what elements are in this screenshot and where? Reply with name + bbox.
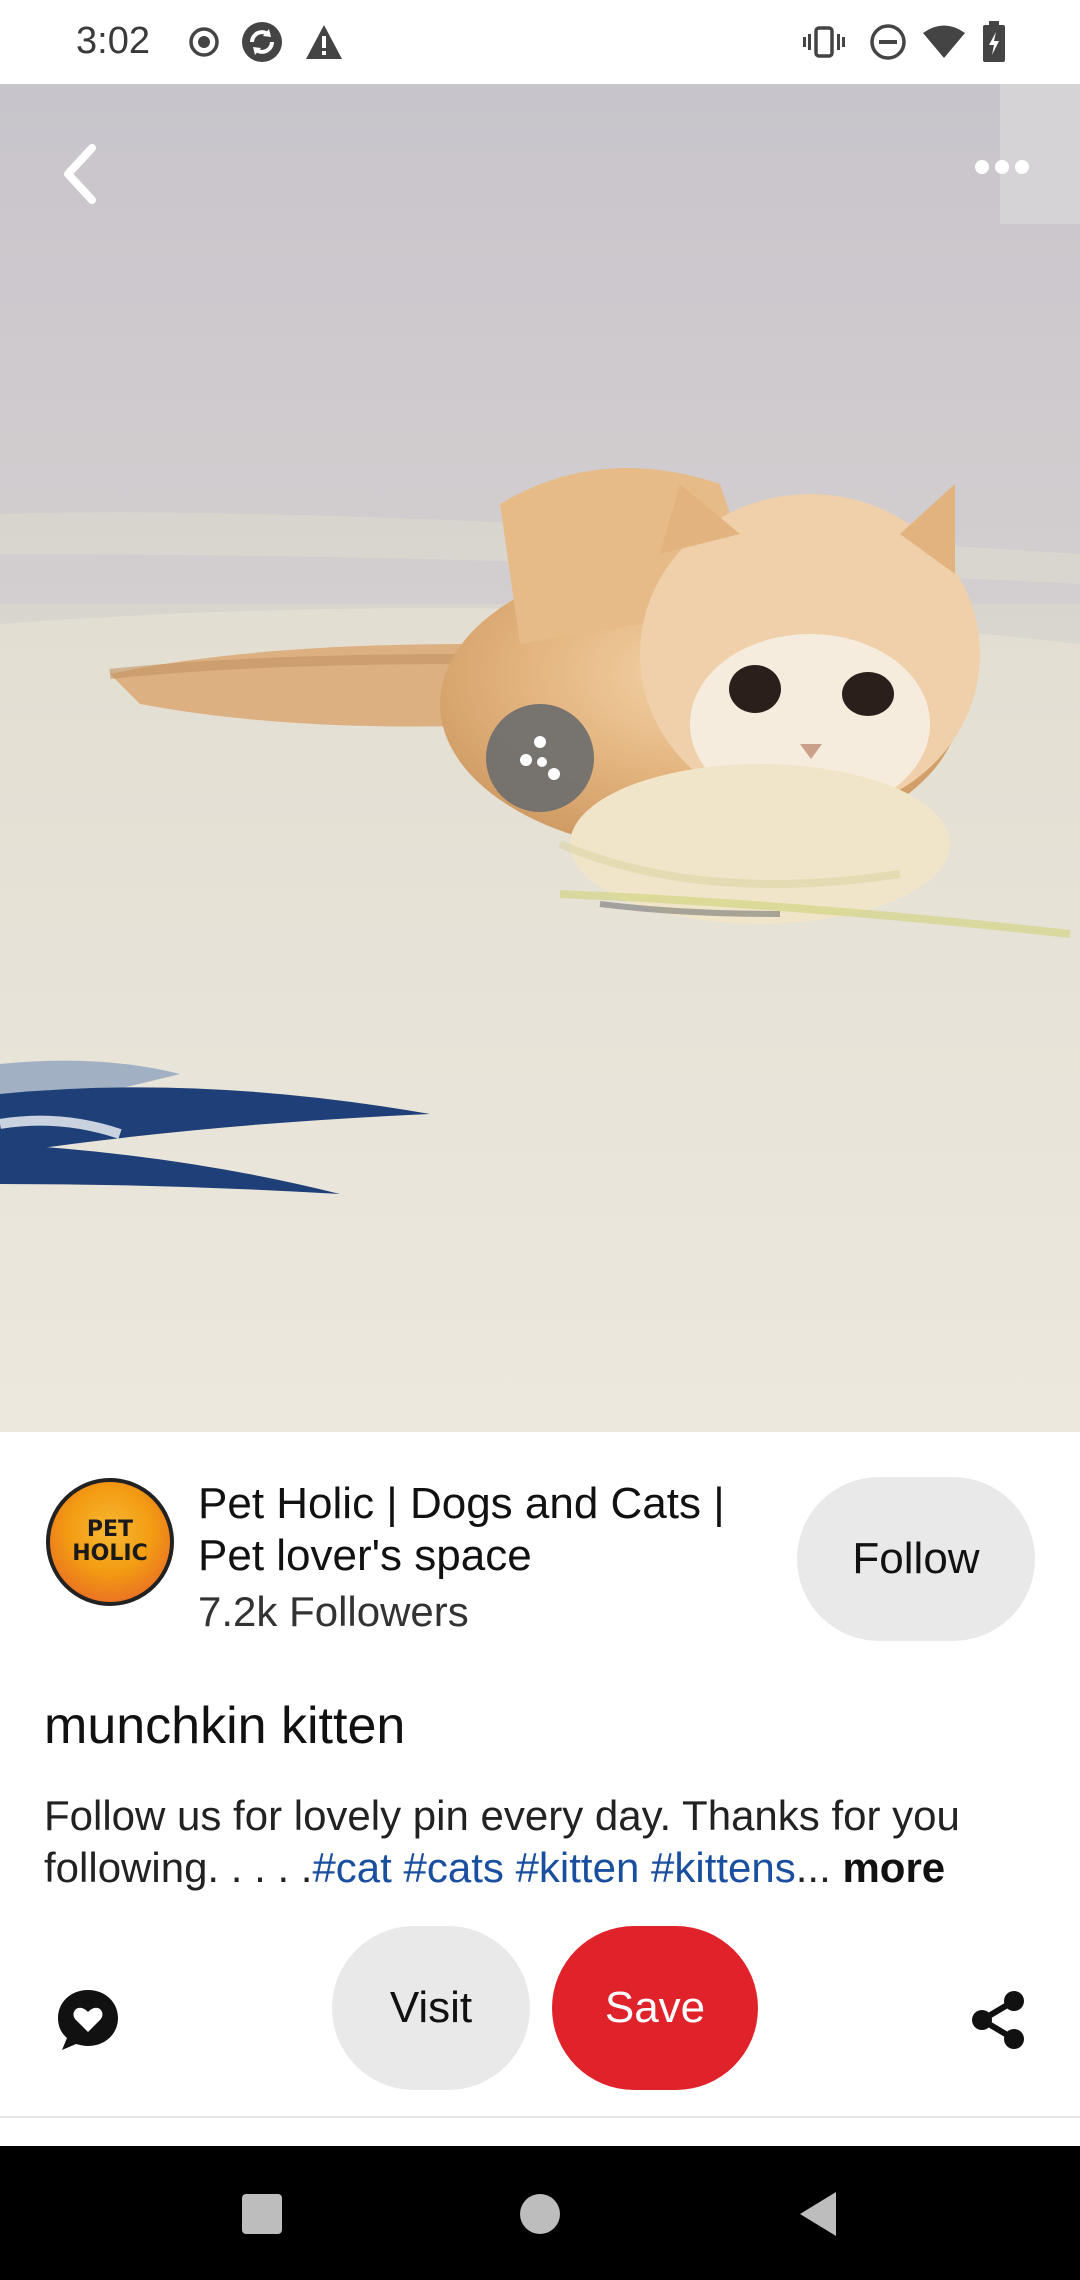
hashtag-link[interactable]: #cat xyxy=(312,1844,391,1891)
comment-heart-icon xyxy=(58,1990,118,2050)
save-button[interactable]: Save xyxy=(552,1926,758,2090)
visual-search-icon xyxy=(520,736,560,780)
sync-icon xyxy=(240,20,284,64)
system-nav-bar xyxy=(0,2146,1080,2280)
visual-search-button[interactable] xyxy=(486,704,594,812)
more-horizontal-icon xyxy=(975,160,1029,174)
action-bar: Visit Save xyxy=(0,1920,1080,2120)
status-time: 3:02 xyxy=(76,20,150,62)
battery-charging-icon xyxy=(972,20,1016,64)
warning-icon xyxy=(302,20,346,64)
visit-button[interactable]: Visit xyxy=(332,1926,530,2090)
avatar-line1: PET xyxy=(86,1517,134,1542)
hashtag-link[interactable]: #kittens xyxy=(651,1844,796,1891)
divider xyxy=(0,2116,1080,2118)
hashtag-link[interactable]: #kitten xyxy=(516,1844,640,1891)
creator-avatar[interactable]: PET HOLIC xyxy=(46,1478,174,1606)
creator-name[interactable]: Pet Holic | Dogs and Cats | Pet lover's … xyxy=(198,1478,758,1582)
home-button[interactable] xyxy=(512,2186,568,2242)
more-options-button[interactable] xyxy=(960,142,1044,192)
follow-button[interactable]: Follow xyxy=(797,1477,1035,1641)
pin-title: munchkin kitten xyxy=(44,1697,406,1755)
back-triangle-icon xyxy=(800,2192,836,2236)
pin-image[interactable] xyxy=(0,84,1080,1432)
pin-description: Follow us for lovely pin every day. Than… xyxy=(44,1790,1044,1894)
share-icon xyxy=(972,1991,1024,2049)
description-ellipsis: ... xyxy=(795,1844,831,1891)
recents-square-icon xyxy=(242,2194,282,2234)
chevron-left-icon xyxy=(64,144,96,204)
comment-button[interactable] xyxy=(52,1984,124,2056)
share-button[interactable] xyxy=(962,1982,1034,2058)
creator-followers: 7.2k Followers xyxy=(198,1588,469,1635)
avatar-line2: HOLIC xyxy=(72,1541,148,1566)
vibrate-icon xyxy=(802,20,846,64)
do-not-disturb-icon xyxy=(866,20,910,64)
home-circle-icon xyxy=(520,2194,560,2234)
more-link[interactable]: more xyxy=(842,1844,945,1891)
wifi-icon xyxy=(922,20,966,64)
back-button[interactable] xyxy=(48,138,112,210)
record-icon xyxy=(182,20,226,64)
nav-back-button[interactable] xyxy=(790,2186,846,2242)
recents-button[interactable] xyxy=(234,2186,290,2242)
hashtag-link[interactable]: #cats xyxy=(404,1844,504,1891)
creator-row: PET HOLIC Pet Holic | Dogs and Cats | Pe… xyxy=(0,1432,1080,1641)
pin-detail-screen: 3:02 PET HOLIC Pet Holic | Dogs and Cats… xyxy=(0,0,1080,2280)
status-bar: 3:02 xyxy=(0,0,1080,84)
